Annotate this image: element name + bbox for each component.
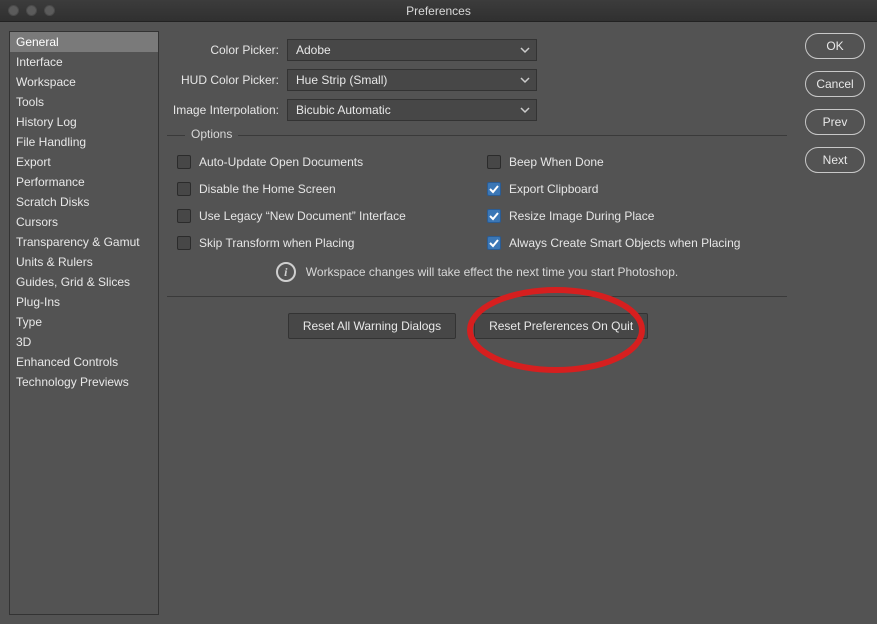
close-icon[interactable] <box>8 5 19 16</box>
titlebar: Preferences <box>0 0 877 22</box>
workspace-warning: Workspace changes will take effect the n… <box>306 265 678 279</box>
chevron-down-icon <box>520 45 530 55</box>
sidebar-item-performance[interactable]: Performance <box>10 172 158 192</box>
checkbox[interactable] <box>177 209 191 223</box>
sidebar-item-technology-previews[interactable]: Technology Previews <box>10 372 158 392</box>
checkbox-label: Auto-Update Open Documents <box>199 155 363 169</box>
color-picker-select[interactable]: Adobe <box>287 39 537 61</box>
next-button[interactable]: Next <box>805 147 865 173</box>
prev-button[interactable]: Prev <box>805 109 865 135</box>
reset-preferences-button[interactable]: Reset Preferences On Quit <box>474 313 648 339</box>
checkbox[interactable] <box>177 182 191 196</box>
sidebar-item-type[interactable]: Type <box>10 312 158 332</box>
interpolation-value: Bicubic Automatic <box>296 103 391 117</box>
hud-picker-label: HUD Color Picker: <box>167 73 287 87</box>
hud-picker-select[interactable]: Hue Strip (Small) <box>287 69 537 91</box>
checkbox-label: Always Create Smart Objects when Placing <box>509 236 740 250</box>
chevron-down-icon <box>520 105 530 115</box>
color-picker-label: Color Picker: <box>167 43 287 57</box>
reset-warnings-button[interactable]: Reset All Warning Dialogs <box>288 313 456 339</box>
sidebar-item-history-log[interactable]: History Log <box>10 112 158 132</box>
sidebar-item-3d[interactable]: 3D <box>10 332 158 352</box>
checkbox[interactable] <box>487 182 501 196</box>
sidebar-item-plug-ins[interactable]: Plug-Ins <box>10 292 158 312</box>
sidebar: GeneralInterfaceWorkspaceToolsHistory Lo… <box>9 31 159 615</box>
zoom-icon[interactable] <box>44 5 55 16</box>
sidebar-item-file-handling[interactable]: File Handling <box>10 132 158 152</box>
checkbox[interactable] <box>177 155 191 169</box>
window-controls <box>8 5 55 16</box>
interpolation-label: Image Interpolation: <box>167 103 287 117</box>
sidebar-item-export[interactable]: Export <box>10 152 158 172</box>
info-icon: i <box>276 262 296 282</box>
options-legend: Options <box>185 127 238 141</box>
checkbox-label: Resize Image During Place <box>509 209 654 223</box>
sidebar-item-scratch-disks[interactable]: Scratch Disks <box>10 192 158 212</box>
checkbox[interactable] <box>487 209 501 223</box>
checkbox-label: Use Legacy “New Document” Interface <box>199 209 406 223</box>
color-picker-value: Adobe <box>296 43 331 57</box>
sidebar-item-enhanced-controls[interactable]: Enhanced Controls <box>10 352 158 372</box>
chevron-down-icon <box>520 75 530 85</box>
checkbox[interactable] <box>177 236 191 250</box>
checkbox-label: Disable the Home Screen <box>199 182 336 196</box>
hud-picker-value: Hue Strip (Small) <box>296 73 387 87</box>
sidebar-item-cursors[interactable]: Cursors <box>10 212 158 232</box>
sidebar-item-tools[interactable]: Tools <box>10 92 158 112</box>
checkbox-label: Beep When Done <box>509 155 604 169</box>
cancel-button[interactable]: Cancel <box>805 71 865 97</box>
ok-button[interactable]: OK <box>805 33 865 59</box>
checkbox[interactable] <box>487 236 501 250</box>
sidebar-item-workspace[interactable]: Workspace <box>10 72 158 92</box>
sidebar-item-general[interactable]: General <box>10 32 158 52</box>
sidebar-item-transparency-gamut[interactable]: Transparency & Gamut <box>10 232 158 252</box>
checkbox[interactable] <box>487 155 501 169</box>
sidebar-item-interface[interactable]: Interface <box>10 52 158 72</box>
interpolation-select[interactable]: Bicubic Automatic <box>287 99 537 121</box>
divider <box>167 296 787 297</box>
checkbox-label: Skip Transform when Placing <box>199 236 354 250</box>
dialog-buttons: OK Cancel Prev Next <box>795 31 865 615</box>
checkbox-label: Export Clipboard <box>509 182 598 196</box>
sidebar-item-units-rulers[interactable]: Units & Rulers <box>10 252 158 272</box>
minimize-icon[interactable] <box>26 5 37 16</box>
sidebar-item-guides-grid-slices[interactable]: Guides, Grid & Slices <box>10 272 158 292</box>
window-title: Preferences <box>406 4 471 18</box>
options-group: Options Auto-Update Open DocumentsDisabl… <box>167 135 787 339</box>
